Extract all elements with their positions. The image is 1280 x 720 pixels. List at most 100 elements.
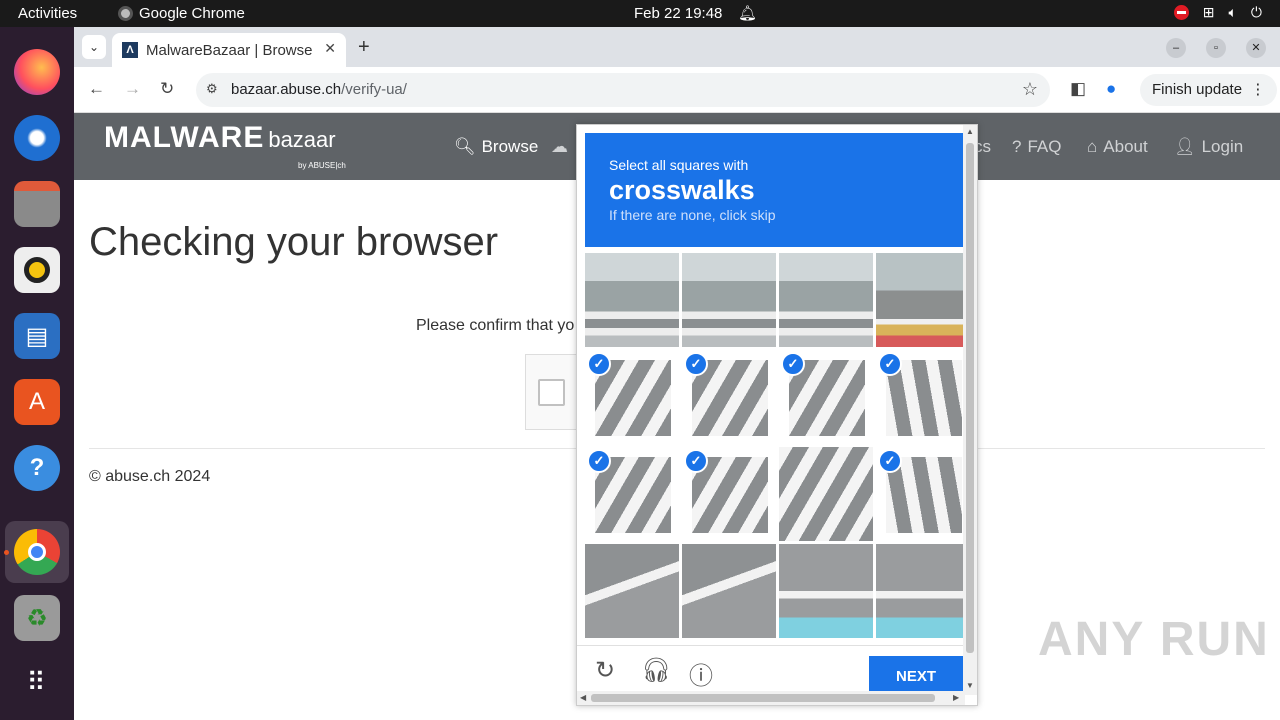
selected-check-icon: ✓ (587, 449, 611, 473)
app-menu[interactable]: Google Chrome (118, 5, 245, 22)
bell-icon[interactable]: 🔔︎ (738, 4, 757, 22)
captcha-tile[interactable]: ✓ (682, 350, 776, 444)
url-path: /verify-ua/ (341, 81, 407, 98)
scroll-left-icon[interactable]: ◀ (580, 693, 586, 702)
tab-strip: ⌄ Λ MalwareBazaar | Browse ✕ + – ▫ ✕ (74, 27, 1280, 67)
maximize-button[interactable]: ▫ (1206, 38, 1226, 58)
captcha-tile[interactable] (585, 253, 679, 347)
reload-challenge-icon[interactable]: ↻ (595, 656, 615, 685)
page-title: Checking your browser (89, 220, 499, 264)
captcha-hint: If there are none, click skip (609, 207, 776, 223)
url-host: bazaar.abuse.ch (231, 81, 342, 98)
captcha-tile[interactable] (876, 544, 970, 638)
nav-faq[interactable]: ? FAQ (1012, 137, 1061, 157)
chrome-icon (118, 6, 133, 21)
cloud-upload-icon: ☁ (551, 137, 568, 156)
captcha-tile[interactable] (682, 253, 776, 347)
street-photo (682, 544, 776, 638)
power-icon: ⏻ (1250, 4, 1262, 20)
logo-sub: bazaar (268, 127, 336, 152)
street-photo (585, 544, 679, 638)
back-icon[interactable]: ← (88, 79, 105, 99)
scroll-down-icon[interactable]: ▼ (966, 681, 974, 690)
captcha-tile[interactable]: ✓ (585, 350, 679, 444)
trash-icon[interactable]: ♻ (14, 595, 60, 641)
horizontal-scrollbar[interactable]: ◀ ▶ (577, 691, 965, 705)
nav-browse[interactable]: 🔍︎ Browse (454, 137, 538, 157)
horizontal-scroll-thumb[interactable] (591, 694, 935, 702)
site-info-icon[interactable]: ⚙ (206, 81, 218, 97)
selected-check-icon: ✓ (684, 449, 708, 473)
forward-icon[interactable]: → (124, 79, 141, 99)
search-icon: 🔍︎ (454, 137, 476, 156)
captcha-tile[interactable]: ✓ (682, 447, 776, 541)
vertical-scrollbar[interactable]: ▲ ▼ (963, 125, 977, 695)
bookmark-star-icon[interactable]: ☆ (1022, 79, 1038, 100)
firefox-icon[interactable] (14, 49, 60, 95)
nav-browse-label: Browse (481, 137, 539, 156)
nav-about-label: About (1103, 137, 1148, 156)
minimize-button[interactable]: – (1166, 38, 1186, 58)
street-photo (585, 253, 679, 347)
close-window-button[interactable]: ✕ (1246, 38, 1266, 58)
captcha-tile[interactable] (779, 253, 873, 347)
files-icon[interactable] (14, 181, 60, 227)
captcha-tile[interactable] (876, 253, 970, 347)
scroll-up-icon[interactable]: ▲ (966, 127, 974, 136)
chrome-dock-icon[interactable] (14, 529, 60, 575)
captcha-tile[interactable] (585, 544, 679, 638)
selected-check-icon: ✓ (587, 352, 611, 376)
writer-icon[interactable]: ▤ (14, 313, 60, 359)
malwarebazaar-favicon: Λ (122, 42, 138, 58)
street-photo (779, 544, 873, 638)
profile-icon[interactable]: ● (1106, 79, 1116, 99)
captcha-tile[interactable] (779, 544, 873, 638)
app-center-icon[interactable]: A (14, 379, 60, 425)
captcha-tile[interactable]: ✓ (876, 350, 970, 444)
rhythmbox-icon[interactable] (14, 247, 60, 293)
street-photo (876, 544, 970, 638)
building-icon: ⌂ (1087, 137, 1098, 156)
tab-malwarebazaar[interactable]: Λ MalwareBazaar | Browse ✕ (112, 33, 346, 67)
nav-login[interactable]: 👤︎ Login (1174, 137, 1243, 157)
side-panel-icon[interactable]: ◧ (1070, 79, 1086, 99)
captcha-tile[interactable]: ✓ (779, 350, 873, 444)
nav-about[interactable]: ⌂ About (1087, 137, 1148, 157)
selected-check-icon: ✓ (781, 352, 805, 376)
malwarebazaar-logo[interactable]: MALWARE bazaar by ABUSE|ch (104, 121, 346, 170)
selected-check-icon: ✓ (684, 352, 708, 376)
reload-icon[interactable]: ↻ (160, 79, 174, 99)
captcha-tile[interactable]: ✓ (585, 447, 679, 541)
thunderbird-icon[interactable] (14, 115, 60, 161)
captcha-tile[interactable]: ✓ (876, 447, 970, 541)
address-bar[interactable]: ⚙ bazaar.abuse.ch/verify-ua/ ☆ (196, 73, 1050, 107)
info-icon[interactable]: ⓘ (689, 656, 713, 691)
system-top-bar: Activities Google Chrome Feb 22 19:48 🔔︎… (0, 0, 1280, 27)
new-tab-button[interactable]: + (358, 36, 370, 59)
scroll-right-icon[interactable]: ▶ (953, 693, 959, 702)
app-name: Google Chrome (139, 5, 245, 22)
footer-copyright: © abuse.ch 2024 (89, 468, 211, 485)
show-apps-icon[interactable]: ⠿ (14, 659, 60, 705)
recaptcha-checkbox[interactable] (538, 379, 565, 406)
system-tray[interactable]: ⊞ 🔈︎ ⏻ (1173, 4, 1262, 21)
street-photo (682, 253, 776, 347)
url-text: bazaar.abuse.ch/verify-ua/ (231, 81, 407, 98)
captcha-tile[interactable] (682, 544, 776, 638)
finish-update-button[interactable]: Finish update ⋮ (1140, 74, 1278, 106)
selected-check-icon: ✓ (878, 352, 902, 376)
street-photo (876, 253, 970, 347)
help-icon[interactable]: ? (14, 445, 60, 491)
activities-button[interactable]: Activities (18, 5, 77, 22)
tab-close-icon[interactable]: ✕ (324, 40, 336, 57)
captcha-image-grid: ✓ ✓ ✓ ✓ ✓ ✓ ✓ (585, 253, 970, 639)
nav-upload[interactable]: ☁ (551, 137, 568, 157)
audio-challenge-icon[interactable]: 🎧︎ (641, 656, 671, 685)
dock: ▤ A ? ♻ ⠿ (0, 27, 74, 720)
captcha-tile[interactable] (779, 447, 873, 541)
tab-search-button[interactable]: ⌄ (82, 35, 106, 59)
vertical-scroll-thumb[interactable] (966, 143, 974, 653)
street-photo (779, 447, 873, 541)
clock[interactable]: Feb 22 19:48 (634, 5, 722, 22)
captcha-instruction: Select all squares with (609, 157, 749, 173)
